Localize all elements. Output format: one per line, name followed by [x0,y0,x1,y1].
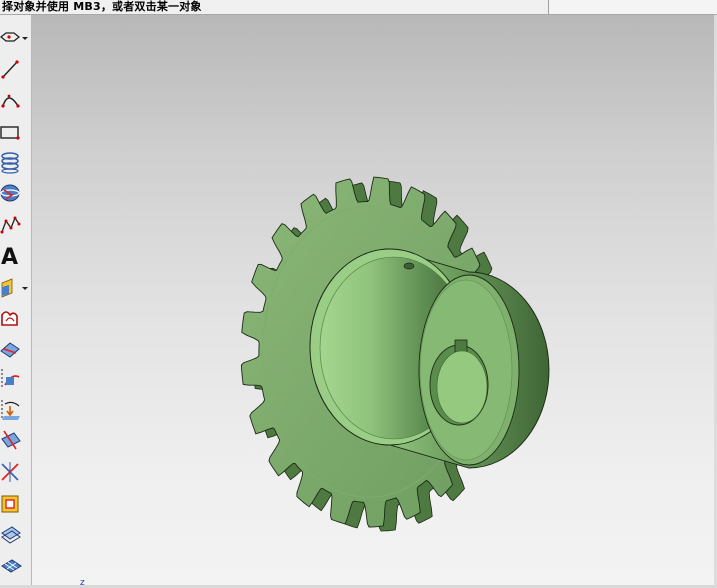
intersect-curve-icon [1,462,19,482]
rectangle-icon [0,126,20,140]
line-icon [1,60,19,79]
keyway-slot [454,339,468,353]
bore-inner [436,350,488,424]
graphics-viewport[interactable]: z [32,15,717,588]
sphere-button[interactable] [0,181,26,207]
text-button[interactable]: A [0,243,26,269]
extract-curve-icon [1,495,19,513]
offset-curve-button[interactable] [0,367,26,393]
project-curve-button[interactable] [0,398,26,424]
helix-icon [1,152,19,174]
spline-icon [0,216,21,234]
status-right-panel [548,0,717,14]
section-curve-icon [1,430,21,450]
mesh-surface-button[interactable] [0,554,26,580]
sketch-curve-icon [1,311,18,326]
arc-button[interactable] [0,88,26,114]
spline-button[interactable] [0,212,26,238]
section-curve-button[interactable] [0,429,26,455]
wrap-curve-button[interactable] [0,523,26,549]
sprocket-model[interactable] [32,15,717,585]
mesh-surface-icon [1,559,22,573]
gear-body[interactable] [240,176,550,532]
surface-icon [0,342,20,358]
view-triad-icon: z [80,578,85,588]
helix-button[interactable] [0,150,26,176]
surface-button[interactable] [0,337,26,363]
sphere-icon [0,184,20,202]
color-icon [1,278,13,298]
set-screw-hole [403,262,415,270]
polygon-button[interactable] [0,25,28,51]
color-button[interactable] [0,275,28,301]
sketch-curve-button[interactable] [0,307,26,333]
offset-curve-icon [1,369,20,389]
arc-icon [1,94,20,108]
chevron-down-icon[interactable] [22,287,28,290]
curve-toolbar: A [0,15,32,585]
rectangle-button[interactable] [0,119,26,145]
intersect-curve-button[interactable] [0,460,26,486]
status-bar: 择对象并使用 MB3，或者双击某一对象 [0,0,717,15]
text-icon: A [1,245,18,267]
chevron-down-icon[interactable] [22,37,28,40]
extract-curve-button[interactable] [0,492,26,518]
wrap-curve-icon [1,526,21,544]
status-prompt: 择对象并使用 MB3，或者双击某一对象 [2,0,202,13]
svg-text:A: A [1,245,18,267]
project-curve-icon [1,400,20,420]
polygon-icon [0,32,21,42]
line-button[interactable] [0,57,26,83]
